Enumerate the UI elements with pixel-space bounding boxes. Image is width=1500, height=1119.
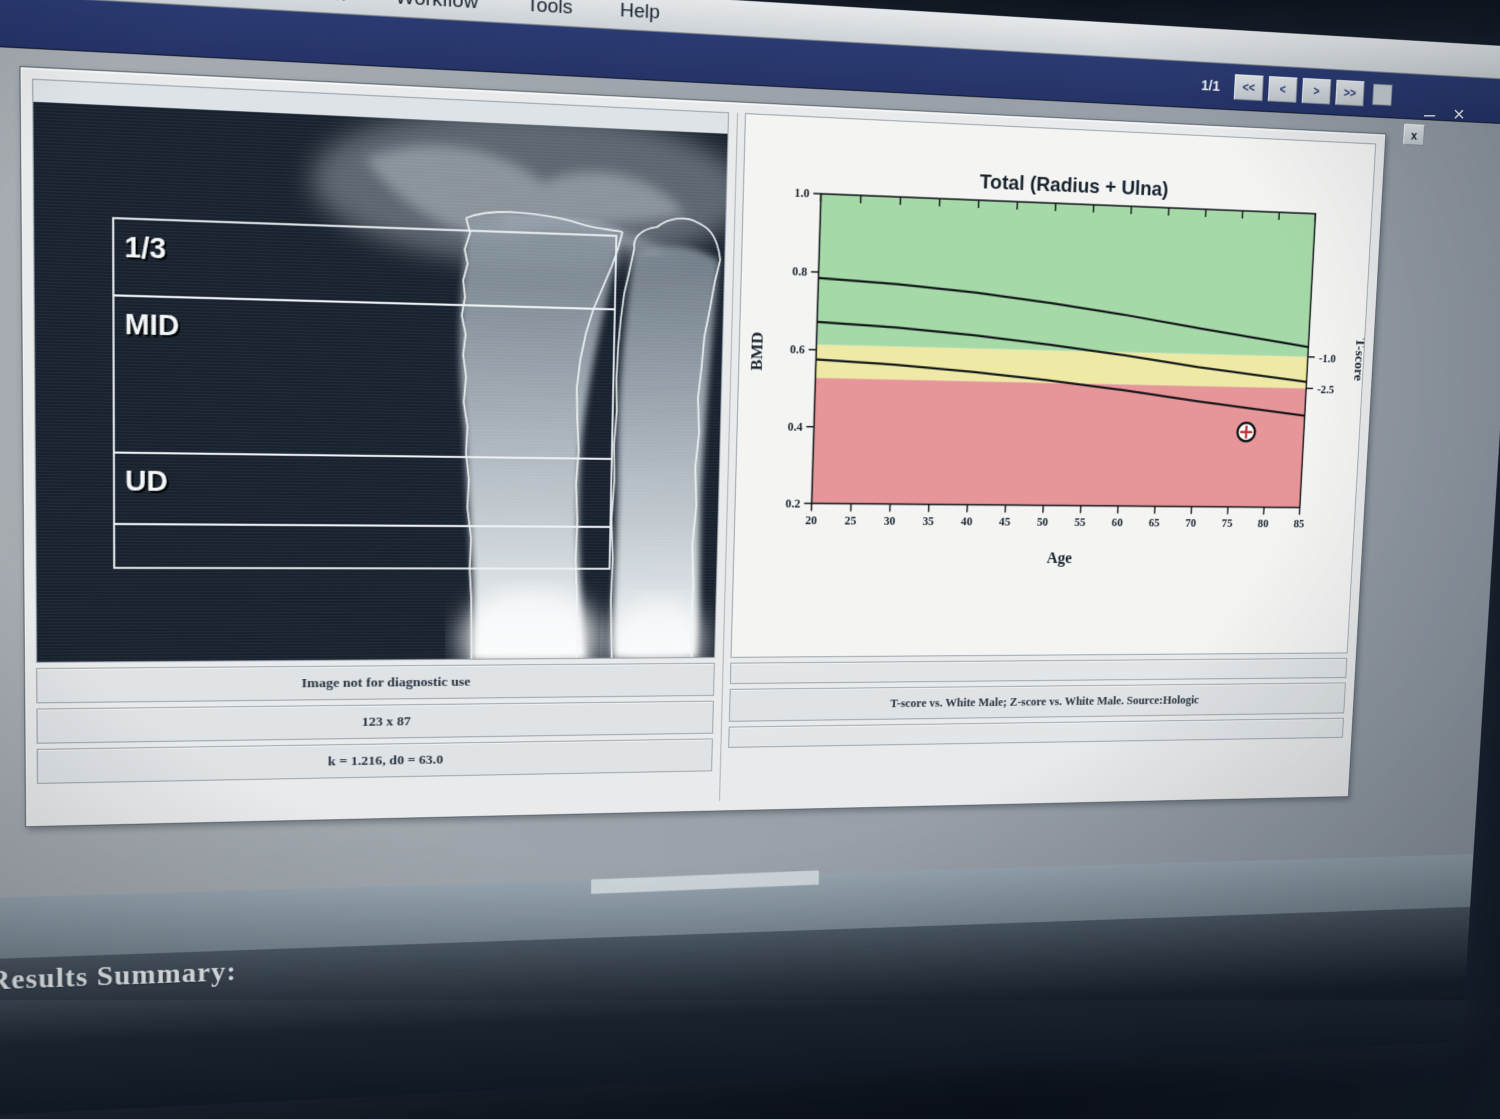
report-canvas: x bbox=[0, 42, 1500, 1108]
svg-text:-2.5: -2.5 bbox=[1317, 383, 1335, 396]
svg-text:65: 65 bbox=[1148, 517, 1160, 530]
y-axis-label: BMD bbox=[748, 332, 767, 371]
chart-column: Total (Radius + Ulna) 20 25 30 35 40 45 50 55 60… bbox=[719, 113, 1376, 801]
last-page-button[interactable]: >> bbox=[1335, 80, 1364, 107]
roi-label-ud: UD bbox=[125, 465, 168, 497]
menu-item-annotation[interactable]: Annotation bbox=[247, 0, 346, 7]
xray-dimensions-row: 123 x 87 bbox=[36, 701, 713, 744]
report-page: 1/3 MID UD Image not for diagnostic use … bbox=[19, 66, 1386, 827]
svg-text:55: 55 bbox=[1074, 516, 1086, 529]
xray-column: 1/3 MID UD Image not for diagnostic use … bbox=[32, 79, 729, 816]
chart-title: Total (Radius + Ulna) bbox=[979, 170, 1169, 201]
svg-text:30: 30 bbox=[883, 515, 895, 528]
menu-item-workflow[interactable]: Workflow bbox=[395, 0, 478, 15]
menu-item-tools[interactable]: Tools bbox=[526, 0, 573, 20]
svg-text:75: 75 bbox=[1221, 517, 1232, 530]
xray-note-row: Image not for diagnostic use bbox=[36, 663, 715, 704]
y2-axis-label: T-score bbox=[1351, 338, 1368, 381]
roi-label-one-third: 1/3 bbox=[124, 231, 166, 264]
svg-text:40: 40 bbox=[961, 515, 973, 528]
bmd-chart-panel: Total (Radius + Ulna) 20 25 30 35 40 45 50 55 60… bbox=[731, 113, 1377, 658]
page-indicator: 1/1 bbox=[1201, 77, 1221, 95]
svg-text:70: 70 bbox=[1185, 517, 1196, 530]
svg-text:-1.0: -1.0 bbox=[1319, 352, 1337, 365]
svg-text:25: 25 bbox=[844, 514, 856, 527]
svg-text:85: 85 bbox=[1293, 518, 1304, 531]
svg-text:0.6: 0.6 bbox=[790, 342, 805, 356]
svg-text:20: 20 bbox=[805, 514, 817, 527]
xray-calibration-row: k = 1.216, d0 = 63.0 bbox=[37, 738, 713, 783]
chart-spacer-row-top bbox=[730, 658, 1347, 684]
first-page-button[interactable]: << bbox=[1234, 74, 1264, 101]
svg-text:80: 80 bbox=[1258, 517, 1269, 530]
patient-marker bbox=[1237, 423, 1255, 442]
svg-text:35: 35 bbox=[922, 515, 934, 528]
previous-page-button[interactable]: < bbox=[1268, 76, 1298, 103]
bmd-reference-chart: Total (Radius + Ulna) 20 25 30 35 40 45 50 55 60… bbox=[732, 114, 1376, 657]
forearm-xray-image: 1/3 MID UD bbox=[33, 102, 727, 662]
svg-text:1.0: 1.0 bbox=[794, 186, 809, 200]
close-icon[interactable]: × bbox=[1453, 104, 1465, 127]
monitor-screen: Annotation Workflow Tools Help 1/1 << < … bbox=[0, 0, 1500, 1108]
chart-footnote-row: T-score vs. White Male; Z-score vs. Whit… bbox=[729, 682, 1346, 721]
svg-text:45: 45 bbox=[999, 516, 1011, 529]
svg-text:60: 60 bbox=[1111, 516, 1123, 529]
menu-item-help[interactable]: Help bbox=[620, 0, 660, 25]
x-axis-label: Age bbox=[1046, 550, 1072, 567]
svg-text:50: 50 bbox=[1037, 516, 1049, 529]
next-page-button[interactable]: > bbox=[1302, 78, 1332, 105]
minimize-icon[interactable]: – bbox=[1424, 104, 1435, 127]
svg-text:0.8: 0.8 bbox=[792, 265, 807, 279]
window-controls: – × bbox=[1424, 104, 1465, 127]
svg-text:0.2: 0.2 bbox=[785, 497, 800, 510]
xray-art: 1/3 MID UD bbox=[33, 102, 727, 662]
page-option-button[interactable] bbox=[1372, 84, 1392, 106]
roi-label-mid: MID bbox=[125, 309, 180, 342]
xray-panel: 1/3 MID UD bbox=[32, 79, 729, 663]
chart-spacer-row-bottom bbox=[728, 718, 1344, 748]
svg-text:0.4: 0.4 bbox=[788, 420, 804, 434]
view-close-button[interactable]: x bbox=[1403, 124, 1425, 146]
tscore-bands bbox=[812, 194, 1316, 508]
